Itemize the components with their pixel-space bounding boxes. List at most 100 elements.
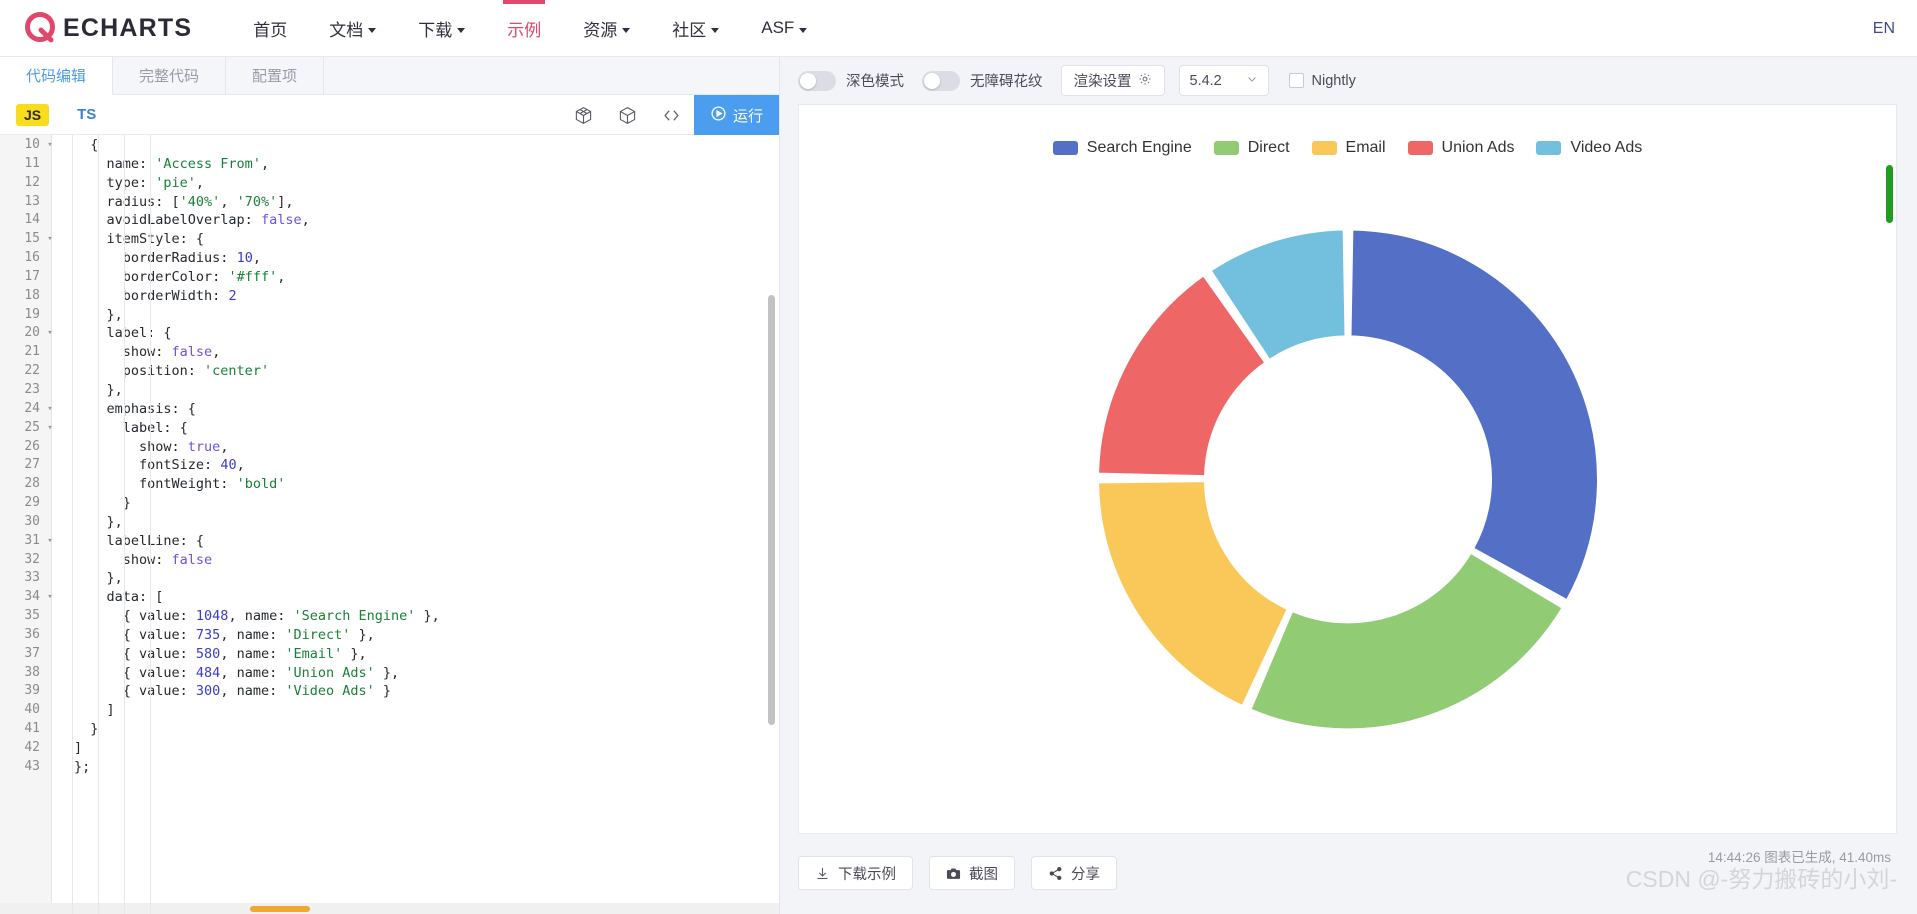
accessibility-pattern-toggle[interactable] [922,70,960,91]
nightly-checkbox-wrap[interactable]: Nightly [1288,73,1356,89]
code-line[interactable]: 42] [0,739,779,758]
line-number: 42 [24,740,40,755]
code-line[interactable]: 27 fontSize: 40, [0,456,779,475]
code-horizontal-scroll-thumb[interactable] [250,906,310,912]
run-button[interactable]: 运行 [693,95,779,135]
editor-tab-2[interactable]: 配置项 [226,57,325,94]
code-line[interactable]: 20 ▾ label: { [0,324,779,343]
code-icon[interactable] [650,95,694,135]
code-line[interactable]: 13 radius: ['40%', '70%'], [0,193,779,212]
nav-item-label: ASF [761,18,795,37]
fold-toggle-icon[interactable]: ▾ [44,400,56,419]
donut-chart[interactable] [1088,219,1608,739]
code-line[interactable]: 30 }, [0,513,779,532]
pie-slice[interactable] [1096,480,1289,708]
version-select[interactable]: 5.4.2 [1178,65,1269,96]
action-button-label: 截图 [969,866,998,883]
cube-icon[interactable] [606,95,650,135]
code-line[interactable]: 41 } [0,720,779,739]
code-line[interactable]: 10 ▾ { [0,136,779,155]
legend-item[interactable]: Direct [1213,139,1290,157]
line-number: 33 [24,570,40,586]
action-button-2[interactable]: 分享 [1031,856,1117,890]
code-line-text: type: 'pie', [74,174,205,191]
code-line[interactable]: 33 }, [0,569,779,588]
action-button-label: 下载示例 [838,866,896,883]
language-switch-button[interactable]: EN [1873,20,1895,38]
code-line[interactable]: 39 { value: 300, name: 'Video Ads' } [0,682,779,701]
code-line[interactable]: 14 avoidLabelOverlap: false, [0,211,779,230]
sandbox-icon[interactable] [562,95,606,135]
code-line[interactable]: 16 borderRadius: 10, [0,249,779,268]
fold-toggle-icon[interactable]: ▾ [44,532,56,551]
nav-item-2[interactable]: 下载 [397,0,486,57]
nav-item-4[interactable]: 资源 [562,0,651,57]
editor-tab-1[interactable]: 完整代码 [113,57,227,94]
fold-toggle-icon[interactable]: ▾ [44,588,56,607]
nav-item-6[interactable]: ASF [740,0,828,57]
fold-toggle-icon[interactable]: ▾ [44,419,56,438]
echarts-logo[interactable]: ECHARTS [24,12,192,44]
code-line[interactable]: 17 borderColor: '#fff', [0,268,779,287]
code-line[interactable]: 38 { value: 484, name: 'Union Ads' }, [0,664,779,683]
code-line-text: borderColor: '#fff', [74,268,286,285]
legend-item[interactable]: Video Ads [1536,139,1642,157]
code-line[interactable]: 40 ] [0,701,779,720]
code-line[interactable]: 24 ▾ emphasis: { [0,400,779,419]
pie-slice[interactable] [1248,551,1564,731]
code-line[interactable]: 12 type: 'pie', [0,174,779,193]
code-line[interactable]: 23 }, [0,381,779,400]
dark-mode-toggle[interactable] [798,70,836,91]
line-number: 15 [24,231,40,247]
code-line[interactable]: 11 name: 'Access From', [0,155,779,174]
code-vertical-scrollbar[interactable] [768,295,775,725]
code-line[interactable]: 26 show: true, [0,438,779,457]
code-line[interactable]: 35 { value: 1048, name: 'Search Engine' … [0,607,779,626]
code-line-text: { value: 300, name: 'Video Ads' } [74,683,392,700]
code-line[interactable]: 18 borderWidth: 2 [0,287,779,306]
code-line-text: borderWidth: 2 [74,287,237,304]
code-line[interactable]: 29 } [0,494,779,513]
code-line[interactable]: 15 ▾ itemStyle: { [0,230,779,249]
chevron-down-icon [799,27,808,33]
code-line[interactable]: 43}; [0,758,779,777]
chart-canvas-card[interactable]: Search Engine Direct Email Union Ads Video A… [798,104,1897,834]
code-line[interactable]: 31 ▾ labelLine: { [0,532,779,551]
pie-slice[interactable] [1348,228,1599,602]
legend-item[interactable]: Union Ads [1407,139,1514,157]
nav-item-5[interactable]: 社区 [651,0,740,57]
code-line[interactable]: 21 show: false, [0,343,779,362]
code-line-text: { value: 580, name: 'Email' }, [74,645,367,662]
code-line-text: show: true, [74,438,229,455]
nav-item-1[interactable]: 文档 [308,0,397,57]
preview-pane: 深色模式 无障碍花纹 渲染设置 5.4.2 Nightly Search Eng… [780,57,1917,914]
fold-toggle-icon[interactable]: ▾ [44,230,56,249]
preview-vertical-scrollbar[interactable] [1886,165,1893,223]
code-line[interactable]: 36 { value: 735, name: 'Direct' }, [0,626,779,645]
code-line[interactable]: 28 fontWeight: 'bold' [0,475,779,494]
code-line[interactable]: 34 ▾ data: [ [0,588,779,607]
code-line[interactable]: 22 position: 'center' [0,362,779,381]
tab-js[interactable]: JS [16,103,50,126]
nightly-checkbox[interactable] [1288,73,1304,88]
code-line[interactable]: 32 show: false [0,551,779,570]
render-settings-button[interactable]: 渲染设置 [1060,65,1165,96]
action-button-0[interactable]: 下载示例 [798,856,913,890]
tab-ts[interactable]: TS [77,106,96,123]
nav-item-0[interactable]: 首页 [232,0,308,57]
legend-item[interactable]: Email [1311,139,1386,157]
editor-tab-0[interactable]: 代码编辑 [0,57,114,95]
action-button-1[interactable]: 截图 [929,856,1015,890]
code-area[interactable]: 10 ▾ {11 name: 'Access From', 12 type: 'pi… [0,135,779,914]
code-line[interactable]: 19 }, [0,306,779,325]
nav-item-3[interactable]: 示例 [486,0,562,57]
legend-item[interactable]: Search Engine [1052,139,1192,157]
code-line[interactable]: 37 { value: 580, name: 'Email' }, [0,645,779,664]
fold-toggle-icon[interactable]: ▾ [44,136,56,155]
code-horizontal-scrollbar[interactable] [0,903,779,914]
code-line[interactable]: 25 ▾ label: { [0,419,779,438]
fold-toggle-icon[interactable]: ▾ [44,324,56,343]
